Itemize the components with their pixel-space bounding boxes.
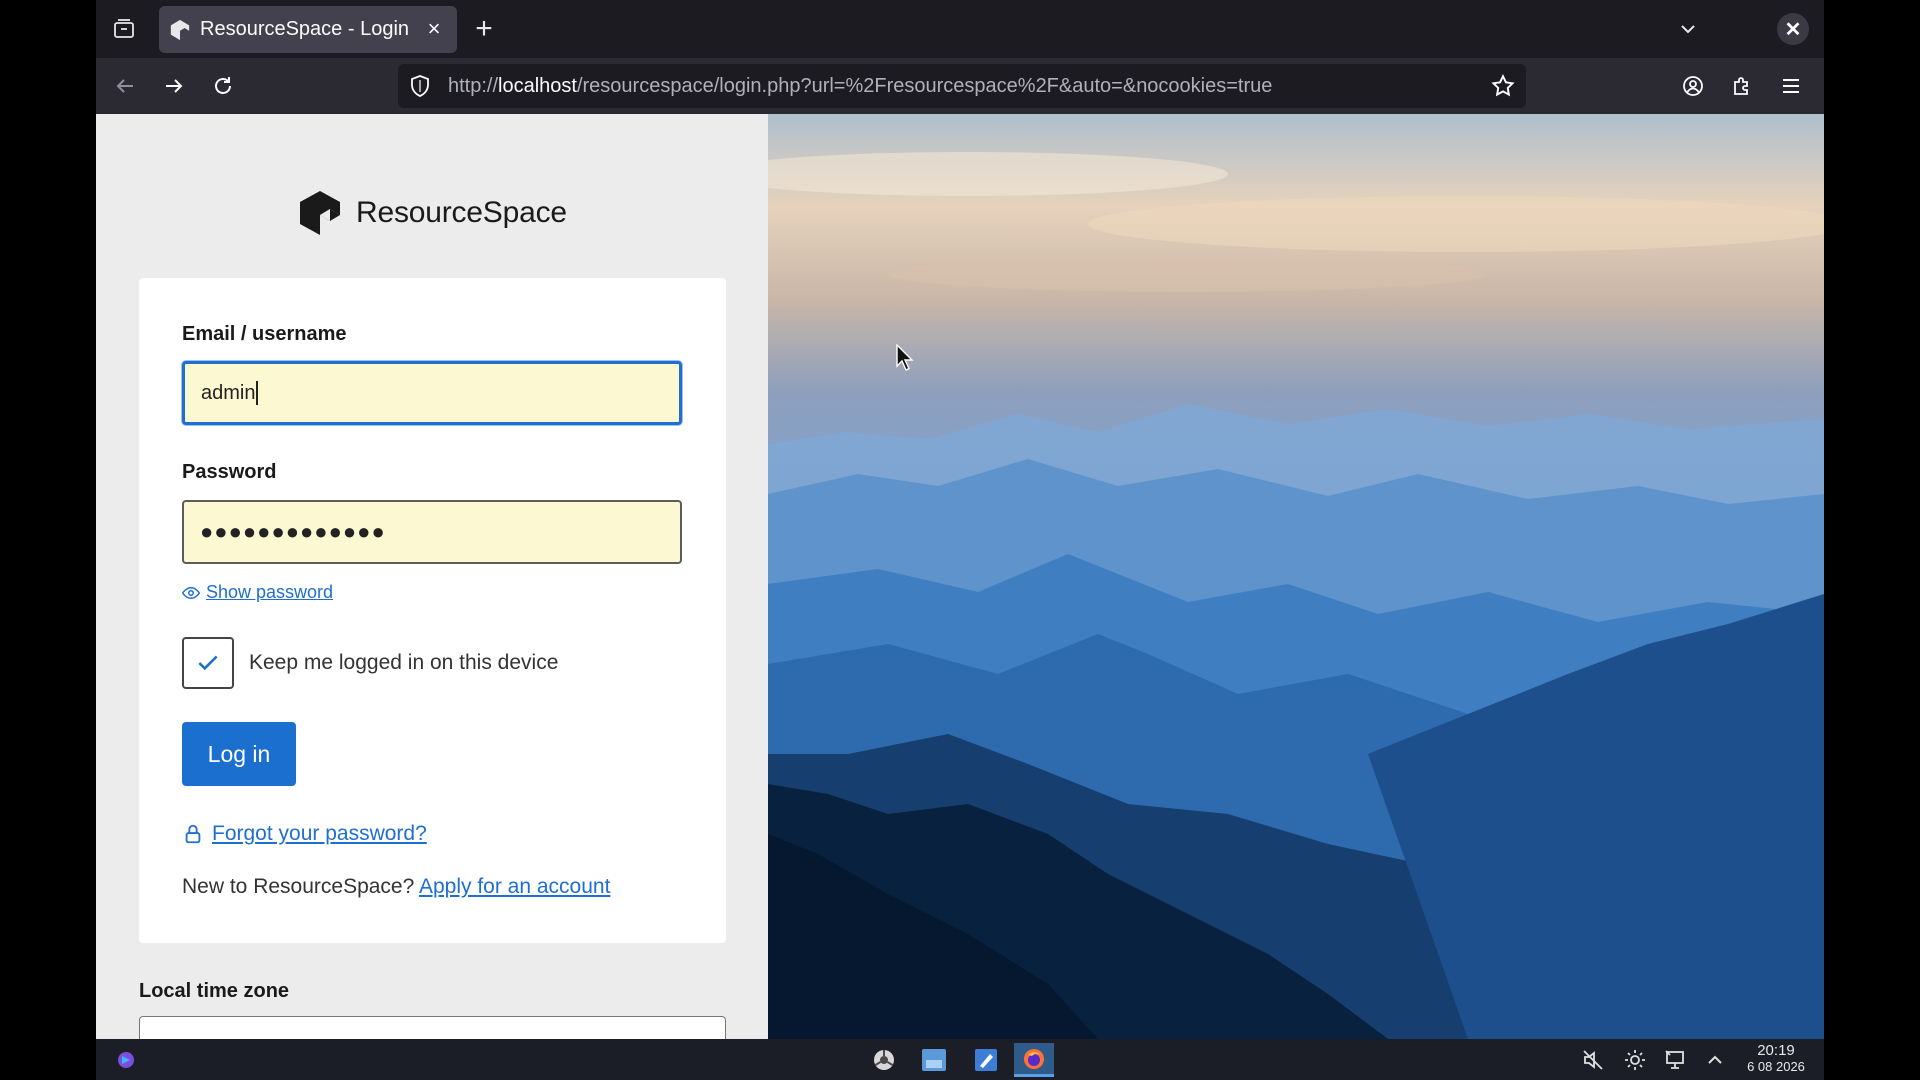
system-clock[interactable]: 20:19 6 08 2026 <box>1736 1042 1816 1074</box>
timezone-select[interactable] <box>139 1016 726 1039</box>
network-icon[interactable] <box>1662 1047 1688 1073</box>
mouse-cursor-icon <box>896 344 914 371</box>
checkmark-icon <box>198 655 218 671</box>
forgot-password-label: Forgot your password? <box>212 822 427 845</box>
resourcespace-logo-icon <box>300 191 340 235</box>
forward-arrow-icon[interactable] <box>155 67 193 105</box>
tab-close-icon[interactable]: × <box>421 16 447 42</box>
resourcespace-logo: ResourceSpace <box>296 189 567 237</box>
show-password-link[interactable]: Show password <box>182 582 333 603</box>
tab-title: ResourceSpace - Login <box>200 18 410 40</box>
firefox-icon[interactable] <box>1014 1043 1054 1077</box>
new-account-text: New to ResourceSpace? Apply for an accou… <box>182 875 610 899</box>
system-settings-icon[interactable] <box>864 1043 904 1077</box>
browser-tab-active[interactable]: ResourceSpace - Login × <box>159 6 457 53</box>
reload-icon[interactable] <box>204 67 242 105</box>
window-close-icon[interactable]: ✕ <box>1777 13 1809 45</box>
password-input[interactable]: ●●●●●●●●●●●●● <box>182 500 682 564</box>
new-account-prefix: New to ResourceSpace? <box>182 875 419 898</box>
lock-icon <box>185 824 201 844</box>
text-editor-icon[interactable] <box>966 1043 1006 1077</box>
url-path: /resourcespace/login.php?url=%2Fresource… <box>576 75 1273 97</box>
brightness-icon[interactable] <box>1622 1047 1648 1073</box>
system-taskbar: 20:19 6 08 2026 <box>96 1039 1824 1080</box>
star-icon[interactable] <box>1490 73 1516 99</box>
chevron-up-icon[interactable] <box>1702 1047 1728 1073</box>
hamburger-menu-icon[interactable] <box>1772 67 1810 105</box>
new-tab-button[interactable]: + <box>466 11 502 47</box>
login-button[interactable]: Log in <box>182 722 296 786</box>
mountain-landscape <box>768 114 1824 1039</box>
shield-icon[interactable] <box>408 74 432 98</box>
screen: ResourceSpace - Login × + ✕ http://local… <box>96 0 1824 1080</box>
clock-date: 6 08 2026 <box>1747 1059 1805 1074</box>
tab-list-icon[interactable] <box>106 11 142 47</box>
username-label: Email / username <box>182 323 347 345</box>
logo-text: ResourceSpace <box>356 196 567 229</box>
forgot-password-link[interactable]: Forgot your password? <box>182 822 427 846</box>
login-panel: ResourceSpace Email / username admin Pas… <box>96 114 768 1039</box>
browser-nav-bar: http://localhost/resourcespace/login.php… <box>96 58 1824 114</box>
page-content: ResourceSpace Email / username admin Pas… <box>96 114 1824 1039</box>
keep-logged-in-label[interactable]: Keep me logged in on this device <box>249 651 558 675</box>
clock-time: 20:19 <box>1757 1042 1795 1059</box>
start-menu-icon[interactable] <box>106 1043 146 1077</box>
back-arrow-icon[interactable] <box>106 67 144 105</box>
login-form: Email / username admin Password ●●●●●●●●… <box>139 278 726 943</box>
timezone-label: Local time zone <box>139 980 290 1002</box>
browser-tab-bar: ResourceSpace - Login × + ✕ <box>96 0 1824 58</box>
url-prefix: http:// <box>448 75 499 97</box>
file-manager-icon[interactable] <box>914 1043 954 1077</box>
chevron-down-icon[interactable] <box>1670 11 1706 47</box>
url-bar[interactable]: http://localhost/resourcespace/login.php… <box>398 64 1526 108</box>
hero-mountain-image <box>768 114 1824 1039</box>
speaker-muted-icon[interactable] <box>1580 1047 1606 1073</box>
text-caret <box>256 381 259 405</box>
extensions-icon[interactable] <box>1723 67 1761 105</box>
url-host: localhost <box>498 75 577 97</box>
apply-account-link[interactable]: Apply for an account <box>419 875 610 898</box>
show-password-label: Show password <box>206 582 334 602</box>
username-value: admin <box>201 381 256 404</box>
keep-logged-in-checkbox[interactable] <box>182 637 234 689</box>
account-icon[interactable] <box>1674 67 1712 105</box>
eye-icon <box>182 586 200 599</box>
password-label: Password <box>182 461 277 483</box>
password-value: ●●●●●●●●●●●●● <box>200 519 386 544</box>
username-input[interactable]: admin <box>182 361 682 425</box>
resourcespace-favicon <box>170 19 190 40</box>
url-text[interactable]: http://localhost/resourcespace/login.php… <box>448 75 1272 98</box>
